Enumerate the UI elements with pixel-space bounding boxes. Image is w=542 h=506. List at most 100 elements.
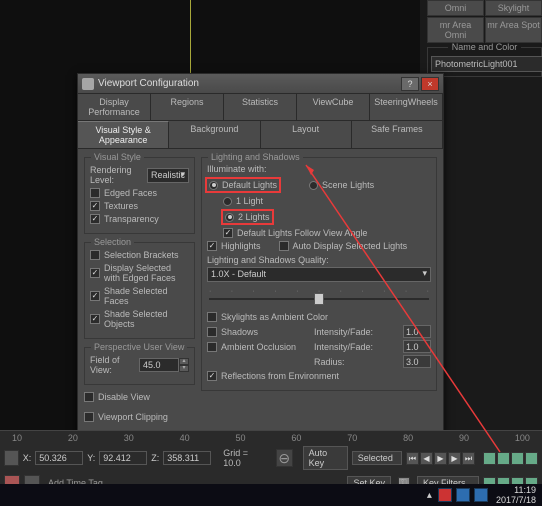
auto-display-checkbox[interactable] [279,241,289,251]
dialog-title: Viewport Configuration [98,78,399,89]
shadows-intensity-field[interactable] [403,325,431,338]
goto-start-icon[interactable]: ⏮ [406,452,419,465]
nav-max-icon[interactable] [525,452,538,465]
coord-x-label: X: [23,453,32,463]
shadows-checkbox[interactable] [207,327,217,337]
status-bar: 102030405060708090100 X: Y: Z: Grid = 10… [0,430,542,484]
fov-spin-down[interactable]: ▾ [179,365,189,372]
quality-dropdown[interactable]: 1.0X - Default [207,267,431,282]
object-name-field[interactable] [431,56,542,72]
nav-orbit-icon[interactable] [511,452,524,465]
follow-view-checkbox[interactable]: ✓ [223,228,233,238]
fov-spinner[interactable] [139,358,179,372]
tray-icon-3[interactable] [474,488,488,502]
coord-x-field[interactable] [35,451,83,465]
two-lights-label: 2 Lights [238,212,270,222]
scene-lights-label: Scene Lights [322,180,374,190]
quality-label: Lighting and Shadows Quality: [207,255,431,265]
fov-label: Field of View: [90,355,135,375]
selection-brackets-checkbox[interactable] [90,250,100,260]
shade-objects-label: Shade Selected Objects [104,309,189,329]
ao-intensity-field[interactable] [403,340,431,353]
dialog-titlebar[interactable]: Viewport Configuration ? × [78,74,443,94]
light-skylight-button[interactable]: Skylight [485,0,542,16]
highlights-checkbox[interactable]: ✓ [207,241,217,251]
system-clock[interactable]: 11:19 2017/7/18 [496,485,536,505]
light-mr-area-omni-button[interactable]: mr Area Omni [427,17,484,43]
lighting-group: Lighting and Shadows Illuminate with: De… [201,157,437,391]
tab-background[interactable]: Background [169,121,260,148]
command-panel: Omni Skylight mr Area Omni mr Area Spot … [427,0,542,77]
display-edged-checkbox[interactable]: ✓ [90,268,100,278]
one-light-radio[interactable] [223,197,232,206]
prev-frame-icon[interactable]: ◀ [420,452,433,465]
windows-taskbar[interactable]: ▴ 11:19 2017/7/18 [0,484,542,506]
tab-steeringwheels[interactable]: SteeringWheels [370,94,443,120]
timeline-ticks: 102030405060708090100 [0,431,542,443]
selected-dropdown[interactable]: Selected [352,451,402,465]
tab-visual-style[interactable]: Visual Style & Appearance [78,121,169,148]
coord-y-field[interactable] [99,451,147,465]
perspective-group: Perspective User View Field of View: ▴▾ [84,347,195,385]
shade-objects-checkbox[interactable]: ✓ [90,314,100,324]
two-lights-radio[interactable] [225,213,234,222]
nav-pan-icon[interactable] [483,452,496,465]
rendering-level-dropdown[interactable]: Realistic [147,168,189,183]
ao-label: Ambient Occlusion [221,342,306,352]
tab-safe-frames[interactable]: Safe Frames [352,121,443,148]
shade-faces-checkbox[interactable]: ✓ [90,291,100,301]
tray-up-icon[interactable]: ▴ [427,490,432,501]
tab-regions[interactable]: Regions [151,94,224,120]
follow-view-label: Default Lights Follow View Angle [237,228,367,238]
coord-z-label: Z: [151,453,159,463]
shadows-label: Shadows [221,327,306,337]
tab-row-2: Visual Style & Appearance Background Lay… [78,121,443,149]
selection-brackets-label: Selection Brackets [104,250,179,260]
light-mr-area-spot-button[interactable]: mr Area Spot [485,17,542,43]
auto-key-button[interactable]: Auto Key [303,446,348,470]
grid-label: Grid = 10.0 [223,448,264,468]
help-button[interactable]: ? [401,77,419,91]
edged-faces-checkbox[interactable] [90,188,100,198]
edged-faces-label: Edged Faces [104,188,157,198]
tray-icon-2[interactable] [456,488,470,502]
ao-radius-label: Radius: [314,357,399,367]
ao-radius-field[interactable] [403,355,431,368]
tab-row-1: Display Performance Regions Statistics V… [78,94,443,121]
fov-spin-up[interactable]: ▴ [179,358,189,365]
rendering-level-label: Rendering Level: [90,165,143,185]
tab-statistics[interactable]: Statistics [224,94,297,120]
nav-zoom-icon[interactable] [497,452,510,465]
one-light-label: 1 Light [236,196,263,206]
close-button[interactable]: × [421,77,439,91]
name-and-color-title: Name and Color [448,42,522,52]
viewport-clipping-checkbox[interactable] [84,412,94,422]
name-and-color-group: Name and Color [427,47,542,77]
reflections-checkbox[interactable]: ✓ [207,371,217,381]
key-mode-icon[interactable] [276,449,293,467]
play-icon[interactable]: ▶ [434,452,447,465]
ao-intensity-label: Intensity/Fade: [314,342,399,352]
skylights-checkbox[interactable] [207,312,217,322]
ao-checkbox[interactable] [207,342,217,352]
textures-checkbox[interactable]: ✓ [90,201,100,211]
coord-z-field[interactable] [163,451,211,465]
disable-view-checkbox[interactable] [84,392,94,402]
tab-layout[interactable]: Layout [261,121,352,148]
tab-display-performance[interactable]: Display Performance [78,94,151,120]
tab-viewcube[interactable]: ViewCube [297,94,370,120]
goto-end-icon[interactable]: ⏭ [462,452,475,465]
light-omni-button[interactable]: Omni [427,0,484,16]
app-icon [82,78,94,90]
default-lights-radio[interactable] [209,181,218,190]
selection-title: Selection [91,237,134,247]
highlights-label: Highlights [221,241,261,251]
illuminate-with-label: Illuminate with: [207,164,431,174]
quality-slider[interactable]: ··········· [209,288,429,306]
transparency-checkbox[interactable]: ✓ [90,214,100,224]
scene-lights-radio[interactable] [309,181,318,190]
tray-icon-1[interactable] [438,488,452,502]
quality-slider-thumb[interactable] [314,293,324,305]
lock-selection-icon[interactable] [4,450,19,466]
next-frame-icon[interactable]: ▶ [448,452,461,465]
